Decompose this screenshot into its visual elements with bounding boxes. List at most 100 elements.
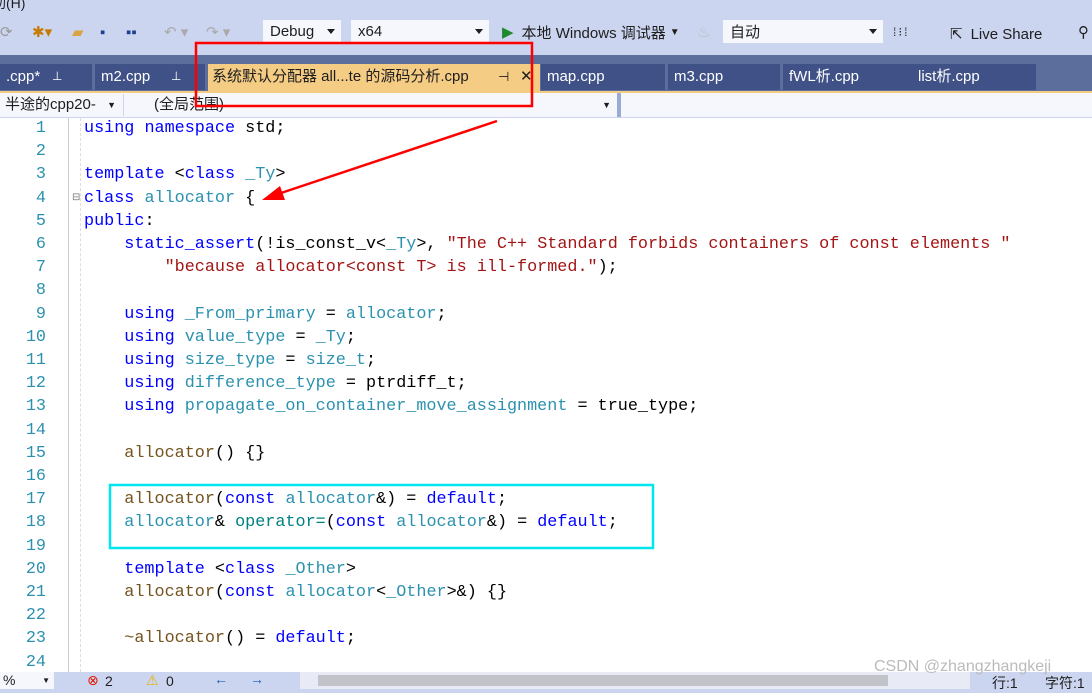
- code-token: >&) {}: [446, 583, 508, 602]
- line-number: 2: [35, 142, 46, 162]
- code-token: namespace: [144, 119, 236, 138]
- code-token: using: [84, 119, 135, 138]
- scope-value: (全局范围): [154, 96, 224, 113]
- code-line: class allocator {: [84, 189, 255, 208]
- pin-icon[interactable]: ⊥: [171, 64, 181, 89]
- code-token: "The C++ Standard forbids containers of …: [446, 235, 1011, 254]
- line-number: 8: [35, 281, 46, 301]
- code-token: &) =: [486, 513, 538, 533]
- tab-map[interactable]: map.cpp: [541, 64, 665, 90]
- code-line: template <class _Ty>: [84, 165, 285, 184]
- zoom-dropdown[interactable]: % ▼: [0, 672, 54, 689]
- code-token: _Other: [386, 583, 447, 602]
- tab-cpp-modified[interactable]: .cpp* ⊥: [0, 64, 92, 90]
- pin-icon[interactable]: ⊥: [52, 64, 62, 89]
- line-number: 21: [25, 583, 46, 602]
- redo-icon[interactable]: ↷ ▾: [206, 16, 230, 48]
- nav-forward-icon[interactable]: ⟳: [0, 16, 13, 48]
- line-number: 23: [25, 629, 46, 649]
- close-icon[interactable]: ✕: [520, 64, 533, 89]
- code-line: allocator() {}: [84, 444, 265, 463]
- project-value: 半途的cpp20-: [5, 96, 96, 113]
- back-arrow-icon[interactable]: ←: [214, 671, 228, 687]
- collapse-icon[interactable]: ⊟: [72, 192, 80, 203]
- code-line: allocator& operator=(const allocator&) =…: [84, 513, 618, 532]
- code-token: allocator: [345, 304, 437, 324]
- auto-dropdown[interactable]: 自动: [722, 19, 884, 44]
- line-number: 17: [25, 490, 46, 510]
- code-token: using: [84, 327, 175, 347]
- tab-m2[interactable]: m2.cpp ⊥: [95, 64, 205, 90]
- save-all-icon[interactable]: ▪▪: [126, 16, 137, 48]
- error-count[interactable]: 2: [105, 673, 113, 689]
- warning-icon[interactable]: ⚠: [146, 672, 159, 689]
- live-share-button[interactable]: ⇱ Live Share: [950, 18, 1042, 50]
- tab-fwl[interactable]: fWL析.cpp: [783, 64, 915, 90]
- config-dropdown[interactable]: Debug: [262, 19, 342, 44]
- run-label: 本地 Windows 调试器: [521, 24, 666, 42]
- code-token: &) =: [376, 490, 427, 510]
- share-icon: ⇱: [950, 26, 963, 43]
- code-token: template: [84, 559, 205, 579]
- tab-label: m2.cpp: [101, 68, 151, 85]
- forward-arrow-icon[interactable]: →: [250, 671, 264, 687]
- code-token: using: [84, 397, 175, 417]
- line-number: 13: [25, 397, 46, 417]
- open-folder-icon[interactable]: ▰: [72, 16, 84, 48]
- code-token: const: [225, 583, 276, 602]
- line-number: 9: [35, 304, 46, 324]
- code-token: std;: [235, 119, 286, 138]
- code-token: _From_primary: [184, 304, 316, 324]
- tab-m3[interactable]: m3.cpp: [668, 64, 780, 90]
- code-line: template <class _Other>: [84, 560, 356, 579]
- code-token: ~allocator: [84, 629, 225, 649]
- tab-list[interactable]: list析.cpp: [912, 64, 1036, 90]
- toolbar-overflow-icon[interactable]: ⁞⁝⁞: [893, 16, 909, 48]
- code-token: allocator: [84, 490, 215, 510]
- project-dropdown[interactable]: 半途的cpp20- ▼: [0, 94, 120, 116]
- code-token: =: [315, 304, 346, 324]
- tab-label: fWL析.cpp: [789, 68, 860, 85]
- code-editor[interactable]: ⊟ 1 using namespace std; 2 3 template <class…: [0, 118, 1092, 672]
- code-line: public:: [84, 212, 155, 231]
- config-value: Debug: [270, 23, 315, 40]
- new-project-icon[interactable]: ✱▾: [32, 16, 52, 48]
- code-token: (!is_const_v<: [255, 235, 387, 254]
- error-icon[interactable]: ⊗: [87, 672, 99, 689]
- code-line: static_assert(!is_const_v<_Ty>, "The C++…: [84, 235, 1011, 254]
- code-token: = true_type;: [567, 397, 699, 417]
- account-icon[interactable]: ⚲: [1078, 16, 1089, 48]
- code-token: allocator: [285, 583, 377, 602]
- hot-reload-icon: ♨: [697, 24, 711, 41]
- line-number: 15: [25, 443, 46, 463]
- undo-icon[interactable]: ↶ ▾: [164, 16, 188, 48]
- code-token: "because allocator<const T> is ill-forme…: [84, 258, 598, 278]
- line-number: 3: [35, 165, 46, 185]
- menu-item-help[interactable]: 助(H): [0, 0, 25, 10]
- code-token: (: [325, 513, 336, 533]
- code-token: ;: [436, 304, 447, 324]
- code-token: ;: [345, 327, 356, 347]
- code-token: operator=: [235, 513, 326, 533]
- horizontal-scrollbar[interactable]: [300, 672, 970, 689]
- tab-label: m3.cpp: [674, 68, 724, 85]
- code-token: <: [376, 583, 387, 602]
- save-icon[interactable]: ▪: [100, 16, 105, 48]
- code-line: using _From_primary = allocator;: [84, 304, 447, 324]
- warning-count[interactable]: 0: [166, 673, 174, 689]
- code-token: {: [235, 188, 256, 208]
- code-token: class: [184, 165, 236, 185]
- tab-allocator-analysis[interactable]: 系统默认分配器 all...te 的源码分析.cpp ⊣ ✕: [208, 64, 540, 92]
- run-debugger-button[interactable]: ▶ 本地 Windows 调试器 ▼: [502, 16, 680, 48]
- scope-dropdown[interactable]: (全局范围) ▼: [123, 94, 615, 116]
- platform-dropdown[interactable]: x64: [350, 19, 490, 44]
- pin-icon[interactable]: ⊣: [498, 64, 509, 89]
- code-token: template: [84, 165, 165, 185]
- code-token: _Ty: [245, 165, 276, 185]
